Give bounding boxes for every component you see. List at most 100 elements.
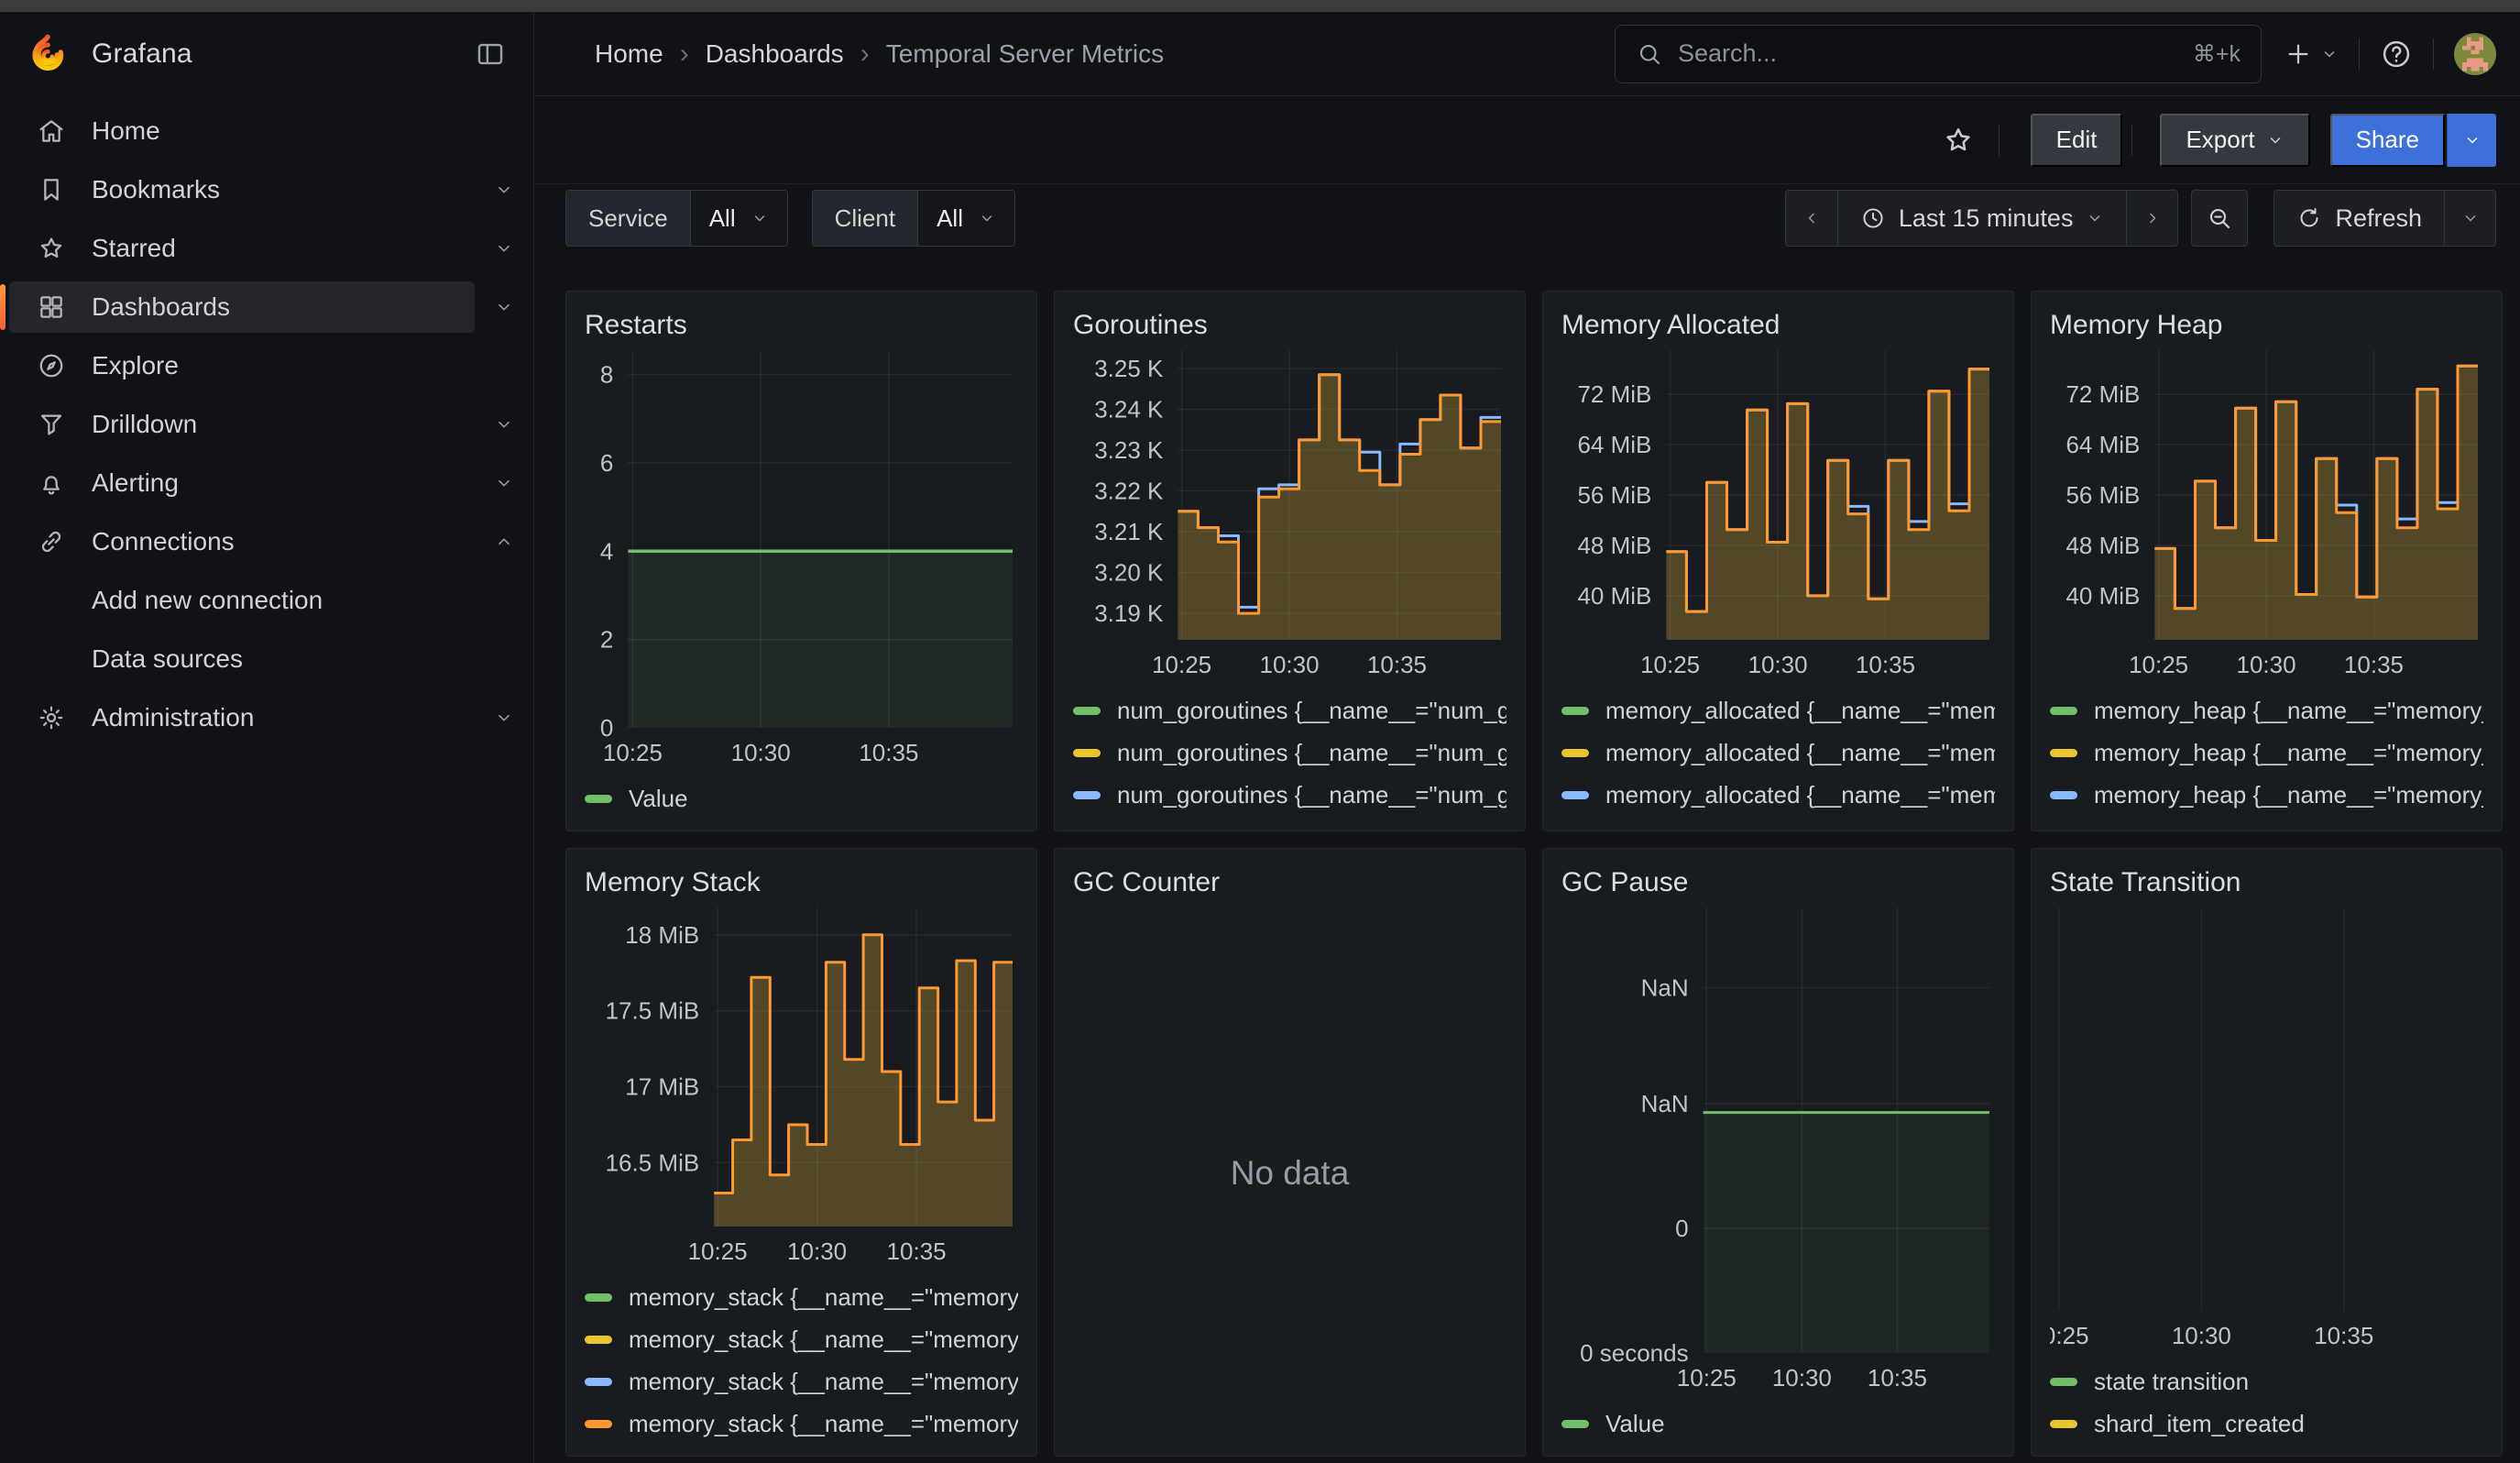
panel-title[interactable]: State Transition — [2050, 864, 2483, 902]
legend-item[interactable]: num_goroutines {__name__="num_go — [1073, 816, 1507, 820]
sidebar-row-connections: Connections — [0, 512, 533, 571]
legend-item[interactable]: memory_stack {__name__="memory_s — [585, 1360, 1018, 1402]
legend-swatch — [2050, 1378, 2077, 1386]
panel-title[interactable]: Memory Heap — [2050, 306, 2483, 345]
help-icon[interactable] — [2380, 38, 2413, 71]
filter-client: ClientAll — [812, 190, 1015, 247]
sidebar-expand-administration[interactable] — [475, 708, 533, 728]
sidebar-item-drilldown[interactable]: Drilldown — [9, 399, 475, 450]
sidebar-row-drilldown: Drilldown — [0, 395, 533, 454]
panel-title[interactable]: Memory Allocated — [1561, 306, 1995, 345]
sidebar-item-home[interactable]: Home — [9, 105, 533, 157]
memory-allocated-chart[interactable]: 40 MiB48 MiB56 MiB64 MiB72 MiB10:2510:30… — [1561, 345, 1995, 682]
sidebar-item-dashboards[interactable]: Dashboards — [9, 281, 475, 333]
sidebar-item-administration[interactable]: Administration — [9, 692, 475, 743]
sidebar-item-starred[interactable]: Starred — [9, 223, 475, 274]
legend-item[interactable]: num_goroutines {__name__="num_go — [1073, 732, 1507, 774]
legend-item[interactable]: memory_allocated {__name__="memo — [1561, 774, 1995, 816]
sidebar-item-explore[interactable]: Explore — [9, 340, 533, 391]
legend-item[interactable]: memory_stack {__name__="memory_s — [585, 1318, 1018, 1360]
add-button[interactable] — [2284, 39, 2339, 69]
svg-text:10:30: 10:30 — [787, 1238, 847, 1265]
dock-sidebar-icon[interactable] — [475, 38, 506, 70]
state-transition-chart[interactable]: 10:2510:3010:35 — [2050, 902, 2483, 1353]
sidebar-expand-starred[interactable] — [475, 238, 533, 258]
sidebar-item-connections[interactable]: Connections — [9, 516, 475, 567]
panel-title[interactable]: Goroutines — [1073, 306, 1507, 345]
panel-title[interactable]: Restarts — [585, 306, 1018, 345]
refresh-interval-button[interactable] — [2444, 191, 2495, 246]
share-menu-button[interactable] — [2447, 114, 2496, 167]
sidebar-item-data-sources[interactable]: Data sources — [9, 633, 533, 685]
filter-value-dropdown[interactable]: All — [917, 191, 1014, 246]
time-range-picker[interactable]: Last 15 minutes — [1837, 191, 2127, 246]
svg-text:3.21 K: 3.21 K — [1094, 518, 1164, 545]
sidebar-item-label: Connections — [92, 527, 235, 556]
sidebar-item-bookmarks[interactable]: Bookmarks — [9, 164, 475, 215]
sidebar-item-label: Starred — [92, 234, 176, 263]
svg-text:4: 4 — [600, 537, 613, 565]
panel-gc-pause: GC Pause0 seconds0NaNNaN10:2510:3010:35 V… — [1542, 848, 2014, 1457]
sidebar-expand-alerting[interactable] — [475, 473, 533, 493]
legend-item[interactable]: state transition — [2050, 1360, 2483, 1402]
breadcrumb-item-home[interactable]: Home — [595, 39, 663, 69]
legend-label: num_goroutines {__name__="num_go — [1117, 739, 1507, 767]
panel-title[interactable]: GC Counter — [1073, 864, 1507, 902]
panel-title[interactable]: GC Pause — [1561, 864, 1995, 902]
sidebar-expand-connections[interactable] — [475, 532, 533, 552]
svg-text:3.19 K: 3.19 K — [1094, 600, 1164, 627]
filter-value-dropdown[interactable]: All — [690, 191, 787, 246]
legend-item[interactable]: Value — [585, 777, 1018, 820]
search-input-wrap[interactable]: ⌘+k — [1615, 25, 2262, 83]
svg-text:10:35: 10:35 — [2344, 651, 2404, 678]
legend-item[interactable]: memory_allocated {__name__="memo — [1561, 732, 1995, 774]
sidebar-item-alerting[interactable]: Alerting — [9, 457, 475, 509]
sidebar-expand-bookmarks[interactable] — [475, 180, 533, 200]
panel-title[interactable]: Memory Stack — [585, 864, 1018, 902]
breadcrumb-item-dashboards[interactable]: Dashboards — [706, 39, 844, 69]
sidebar-expand-dashboards[interactable] — [475, 297, 533, 317]
legend-item[interactable]: memory_heap {__name__="memory_h — [2050, 689, 2483, 732]
legend-item[interactable]: memory_allocated {__name__="memo — [1561, 689, 1995, 732]
legend-item[interactable]: num_goroutines {__name__="num_go — [1073, 689, 1507, 732]
gear-icon — [37, 703, 66, 732]
legend-item[interactable]: memory_heap {__name__="memory_h — [2050, 774, 2483, 816]
legend-item[interactable]: num_goroutines {__name__="num_go — [1073, 774, 1507, 816]
svg-text:56 MiB: 56 MiB — [1577, 481, 1651, 509]
breadcrumb-separator: › — [680, 38, 689, 70]
gc-pause-chart[interactable]: 0 seconds0NaNNaN10:2510:3010:35 — [1561, 902, 1995, 1395]
restarts-chart[interactable]: 0246810:2510:3010:35 — [585, 345, 1018, 770]
sidebar-item-add-new-connection[interactable]: Add new connection — [9, 575, 533, 626]
panel-gc-counter: GC CounterNo data — [1054, 848, 1526, 1457]
legend-item[interactable]: memory_allocated {__name__="memo — [1561, 816, 1995, 820]
export-button[interactable]: Export — [2160, 114, 2309, 167]
legend-item[interactable]: memory_stack {__name__="memory_s — [585, 1276, 1018, 1318]
panel-legend: memory_heap {__name__="memory_hmemory_he… — [2050, 682, 2483, 820]
legend-item[interactable]: memory_heap {__name__="memory_h — [2050, 816, 2483, 820]
time-shift-forward-button[interactable] — [2126, 191, 2177, 246]
search-input[interactable] — [1678, 39, 2193, 68]
legend-item[interactable]: shard_item_created — [2050, 1402, 2483, 1445]
legend-label: memory_allocated {__name__="memo — [1605, 739, 1995, 767]
legend-item[interactable]: Value — [1561, 1402, 1995, 1445]
zoom-out-icon — [2206, 204, 2233, 232]
edit-button[interactable]: Edit — [2031, 114, 2123, 167]
legend-item[interactable]: memory_heap {__name__="memory_h — [2050, 732, 2483, 774]
legend-label: num_goroutines {__name__="num_go — [1117, 781, 1507, 809]
svg-text:48 MiB: 48 MiB — [2065, 532, 2140, 559]
goroutines-chart[interactable]: 3.19 K3.20 K3.21 K3.22 K3.23 K3.24 K3.25… — [1073, 345, 1507, 682]
memory-heap-chart[interactable]: 40 MiB48 MiB56 MiB64 MiB72 MiB10:2510:30… — [2050, 345, 2483, 682]
share-button[interactable]: Share — [2330, 114, 2445, 167]
zoom-out-button[interactable] — [2191, 190, 2248, 247]
legend-swatch — [2050, 1420, 2077, 1428]
star-dashboard-icon[interactable] — [1942, 124, 1975, 157]
legend-item[interactable]: memory_stack {__name__="memory_s — [585, 1402, 1018, 1445]
refresh-button[interactable]: Refresh — [2274, 191, 2444, 246]
user-avatar[interactable] — [2454, 33, 2496, 75]
no-data-message: No data — [1073, 902, 1507, 1445]
sidebar-expand-drilldown[interactable] — [475, 414, 533, 434]
sidebar-item-label: Alerting — [92, 468, 179, 498]
memory-stack-chart[interactable]: 16.5 MiB17 MiB17.5 MiB18 MiB10:2510:3010… — [585, 902, 1018, 1269]
chevron-down-icon — [2463, 131, 2482, 149]
time-shift-back-button[interactable] — [1786, 191, 1837, 246]
